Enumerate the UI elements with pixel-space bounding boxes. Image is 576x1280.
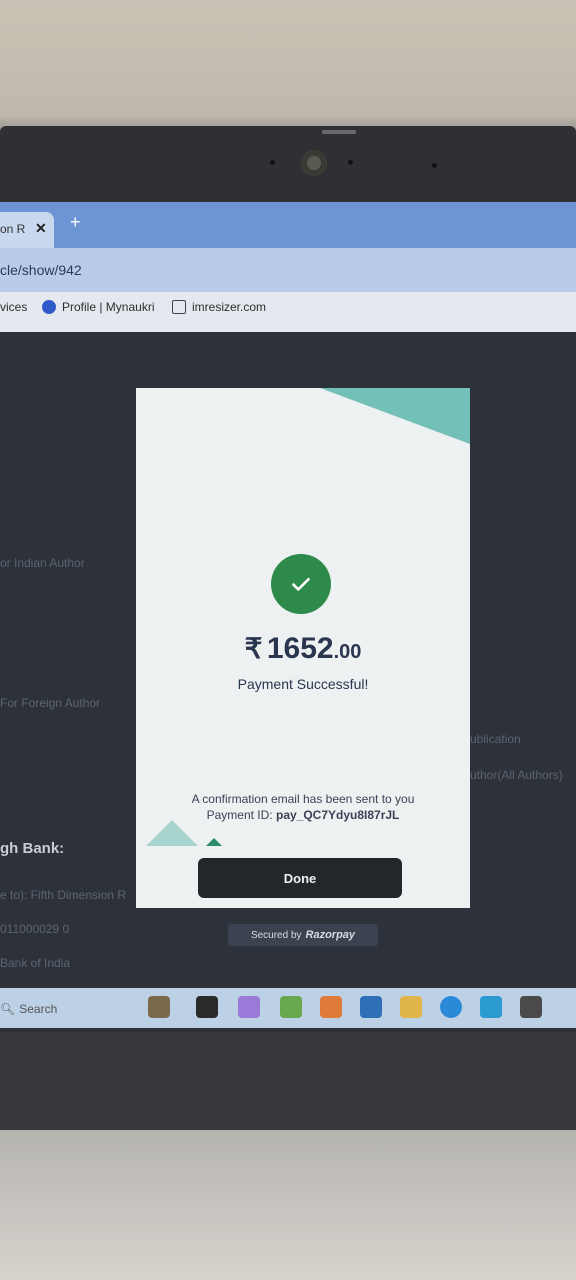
payment-id-label: Payment ID:	[206, 808, 273, 822]
webcam	[301, 150, 327, 176]
currency-symbol: ₹	[244, 633, 263, 664]
browser-tab[interactable]: on R ✕	[0, 212, 54, 248]
bookmark-item-profile[interactable]: Profile | Mynaukri	[42, 300, 154, 314]
bookmark-label: vices	[0, 300, 28, 314]
url-text[interactable]: cle/show/942	[0, 262, 82, 278]
decorative-shape	[320, 388, 470, 444]
bezel-dot	[270, 160, 275, 165]
payment-amount: ₹ 1652.00	[136, 632, 470, 666]
payment-id-line: Payment ID: pay_QC7Ydyu8I87rJL	[136, 808, 470, 822]
new-tab-button[interactable]: +	[70, 212, 81, 233]
decorative-shape	[206, 838, 222, 846]
browser-tab-bar: on R ✕ +	[0, 202, 576, 248]
bezel-slot	[322, 130, 356, 134]
edge-icon[interactable]	[440, 996, 462, 1018]
bookmark-item-imresizer[interactable]: imresizer.com	[172, 300, 266, 314]
success-check-icon	[271, 554, 331, 614]
bookmark-item[interactable]: vices	[0, 300, 27, 314]
widgets-icon[interactable]	[148, 996, 170, 1018]
background-text: e to): Fifth Dimension R	[0, 888, 127, 902]
copilot-icon[interactable]	[238, 996, 260, 1018]
laptop-keyboard-area	[0, 1130, 576, 1280]
done-label: Done	[283, 870, 317, 886]
done-button[interactable]: Done	[198, 858, 402, 898]
file-explorer-icon[interactable]	[400, 996, 422, 1018]
search-placeholder: Search	[19, 1002, 58, 1016]
payment-success-modal: ₹ 1652.00 Payment Successful! A confirma…	[136, 388, 470, 908]
app-icon[interactable]	[280, 996, 302, 1018]
tab-title: on R	[0, 222, 26, 236]
app-icon[interactable]	[360, 996, 382, 1018]
payment-status: Payment Successful!	[237, 676, 369, 692]
background-text: Publication	[462, 732, 521, 746]
taskbar-search[interactable]: 🔍︎ Search	[0, 996, 120, 1022]
background-text: 011000029 0	[0, 922, 70, 936]
windows-taskbar: 🔍︎ Search	[0, 988, 576, 1028]
bezel-dot	[432, 163, 437, 168]
close-tab-icon[interactable]: ✕	[35, 220, 47, 237]
amount-decimal: .00	[333, 641, 362, 663]
secured-by-badge: Secured by Razorpay	[228, 924, 378, 946]
amount-main: 1652	[266, 632, 334, 665]
address-bar[interactable]: cle/show/942	[0, 248, 576, 292]
decorative-shape	[146, 820, 198, 846]
background-label: gh Bank:	[0, 840, 65, 857]
payment-id-value: pay_QC7Ydyu8I87rJL	[275, 808, 400, 822]
task-view-icon[interactable]	[196, 996, 218, 1018]
background-text: For Foreign Author	[0, 696, 101, 710]
search-icon: 🔍︎	[0, 1002, 16, 1016]
image-icon	[172, 300, 186, 314]
app-icon[interactable]	[480, 996, 502, 1018]
globe-icon	[42, 300, 56, 314]
bookmark-label: imresizer.com	[192, 300, 267, 314]
secured-by-text: Secured by	[250, 929, 302, 941]
bookmark-label: Profile | Mynaukri	[62, 300, 155, 314]
razorpay-logo: Razorpay	[305, 929, 356, 941]
confirmation-message: A confirmation email has been sent to yo…	[191, 792, 415, 806]
background-text: or Indian Author	[0, 556, 85, 570]
mcafee-icon[interactable]	[520, 996, 542, 1018]
background-text: Bank of India	[0, 956, 71, 970]
background-text: Author(All Authors)	[462, 768, 563, 782]
bookmarks-bar: vices Profile | Mynaukri imresizer.com	[0, 292, 576, 332]
bezel-dot	[348, 160, 353, 165]
laptop-lower-bezel	[0, 1032, 576, 1130]
firefox-icon[interactable]	[320, 996, 342, 1018]
laptop-screen: on R ✕ + cle/show/942 vices Profile | My…	[0, 202, 576, 1028]
